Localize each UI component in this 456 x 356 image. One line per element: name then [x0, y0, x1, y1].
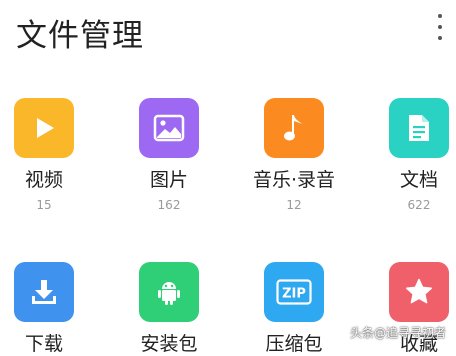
category-count: 622 [407, 198, 431, 212]
category-label: 音乐·录音 [252, 169, 336, 191]
category-label: 图片 [149, 169, 188, 191]
star-icon [389, 262, 449, 322]
category-label: 安装包 [140, 333, 198, 355]
zip-icon: ZIP [264, 262, 324, 322]
android-icon [139, 262, 199, 322]
category-label: 下载 [24, 333, 63, 355]
category-label: 文档 [399, 169, 438, 191]
zip-icon-text: ZIP [282, 287, 306, 302]
category-count: 15 [36, 198, 52, 212]
image-icon [139, 98, 199, 158]
category-apks[interactable]: 安装包 [113, 262, 225, 356]
category-count: 12 [286, 198, 302, 212]
watermark: 头条@追寻寻初者 [349, 326, 446, 340]
category-downloads[interactable]: 下载 [0, 262, 100, 356]
category-label: 视频 [24, 169, 63, 191]
music-note-icon [264, 98, 324, 158]
category-count: 162 [157, 198, 181, 212]
category-video[interactable]: 视频 15 [0, 98, 100, 213]
category-favorites[interactable]: 收藏 [363, 262, 456, 356]
category-music[interactable]: 音乐·录音 12 [238, 98, 350, 213]
page-title: 文件管理 [16, 18, 144, 54]
play-icon [14, 98, 74, 158]
category-documents[interactable]: 文档 622 [363, 98, 456, 213]
category-label: 压缩包 [265, 333, 323, 355]
document-icon [389, 98, 449, 158]
category-images[interactable]: 图片 162 [113, 98, 225, 213]
download-icon [14, 262, 74, 322]
more-vertical-icon[interactable] [432, 14, 448, 40]
category-archives[interactable]: ZIP 压缩包 [238, 262, 350, 356]
